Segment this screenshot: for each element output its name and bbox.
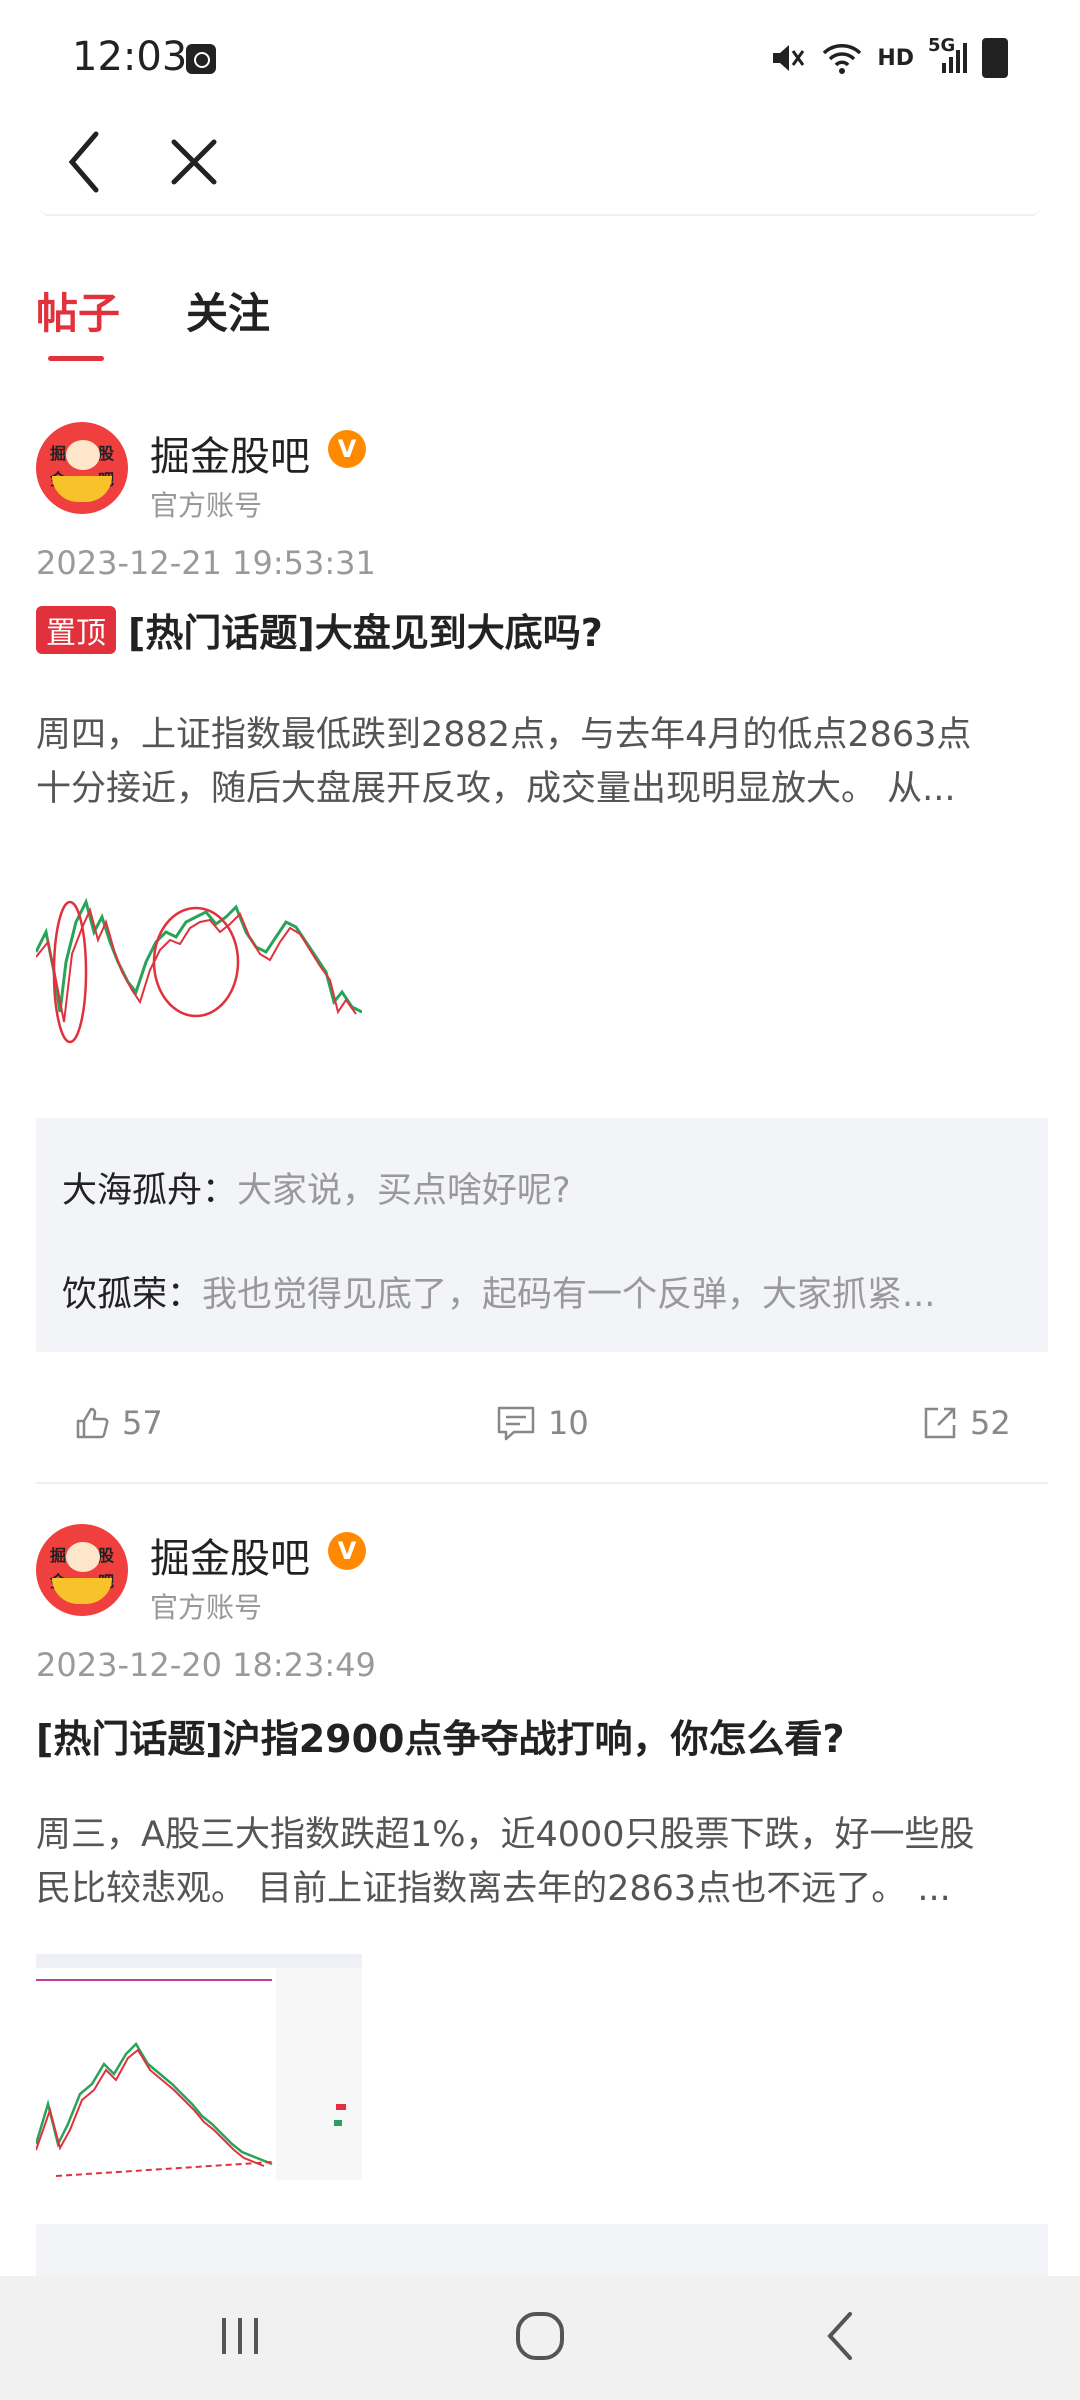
verified-badge-icon: V [328,1532,366,1570]
excerpt-line: 十分接近，随后大盘展开反攻，成交量出现明显放大。 从... [36,769,956,809]
mascot-face [66,1542,100,1572]
author-name[interactable]: 掘金股吧 [150,424,310,482]
mascot-pot [52,1578,112,1604]
comment-text: 大家说，买点啥好呢? [237,1171,571,1211]
avatar[interactable]: 掘 股 金 吧 [36,1524,128,1616]
post-title[interactable]: [热门话题]大盘见到大底吗? [128,611,603,655]
top-nav [0,110,1080,220]
post-card[interactable]: 掘 股 金 吧 掘金股吧 V 官方账号 2023-12-20 18:23:49 … [36,1524,1048,2284]
mute-icon [773,45,805,71]
post-excerpt[interactable]: 周三，A股三大指数跌超1%，近4000只股票下跌，好一些股 民比较悲观。 目前上… [36,1808,1048,1916]
hd-indicator: HD [877,45,914,71]
mascot-face [66,440,100,470]
avatar-text: 掘 [50,1546,67,1565]
like-count: 57 [122,1404,163,1442]
share-button[interactable]: 52 [922,1404,1011,1442]
post-title-row[interactable]: 置顶 [热门话题]大盘见到大底吗? [36,602,1048,657]
post-image[interactable] [36,1954,362,2180]
like-button[interactable]: 57 [74,1404,163,1442]
wifi-icon [823,44,862,74]
post-datetime: 2023-12-20 18:23:49 [36,1646,376,1684]
comment-button[interactable]: 10 [496,1404,589,1442]
status-bar: 12:03 HD 5G [0,0,1080,120]
back-nav-icon[interactable] [812,2306,872,2366]
author-name[interactable]: 掘金股吧 [150,1526,310,1584]
alarm-icon [186,44,216,74]
avatar[interactable]: 掘 股 金 吧 [36,422,128,514]
comment-preview[interactable] [36,2224,1048,2284]
system-nav-bar [0,2276,1080,2400]
comment-preview[interactable]: 大海孤舟：大家说，买点啥好呢? 饮孤荣：我也觉得见底了，起码有一个反弹，大家抓紧… [36,1118,1048,1352]
verified-badge-icon: V [328,430,366,468]
close-icon[interactable] [164,122,224,202]
avatar-text: 股 [98,1546,115,1565]
share-icon [924,1407,956,1439]
comment-icon [497,1406,535,1441]
status-icons: HD 5G [769,35,1008,78]
back-icon[interactable] [60,122,110,202]
stock-chart-thumbnail [36,862,362,1082]
post-card[interactable]: 掘 股 金 吧 掘金股吧 V 官方账号 2023-12-21 19:53:31 … [36,422,1048,1484]
thumbs-up-icon [76,1407,109,1439]
comment-user[interactable]: 饮孤荣： [62,1275,202,1315]
tab-underline [48,356,104,361]
comment-user[interactable]: 大海孤舟： [62,1171,237,1211]
mascot-pot [52,476,112,502]
home-icon[interactable] [510,2306,570,2366]
share-count: 52 [970,1404,1011,1442]
post-image[interactable] [36,862,362,1082]
comment-count: 10 [548,1404,589,1442]
header-divider [40,208,1040,216]
comment-item[interactable]: 饮孤荣：我也觉得见底了，起码有一个反弹，大家抓紧... [62,1266,935,1317]
post-datetime: 2023-12-21 19:53:31 [36,544,376,582]
post-actions: 57 10 52 [36,1404,1048,1464]
avatar-text: 股 [98,444,115,463]
excerpt-line: 周三，A股三大指数跌超1%，近4000只股票下跌，好一些股 [36,1815,975,1855]
recent-apps-icon[interactable] [210,2306,270,2366]
account-type: 官方账号 [150,489,263,522]
excerpt-line: 周四，上证指数最低跌到2882点，与去年4月的低点2863点 [36,715,972,755]
avatar-text: 掘 [50,444,67,463]
stock-chart-thumbnail [36,1954,362,2180]
comment-item[interactable]: 大海孤舟：大家说，买点啥好呢? [62,1162,571,1213]
status-time: 12:03 [72,34,188,80]
post-title[interactable]: [热门话题]沪指2900点争夺战打响，你怎么看? [36,1717,845,1761]
comment-text: 我也觉得见底了，起码有一个反弹，大家抓紧... [202,1275,936,1315]
post-excerpt[interactable]: 周四，上证指数最低跌到2882点，与去年4月的低点2863点 十分接近，随后大盘… [36,708,1048,816]
battery-icon [982,38,1008,78]
post-divider [36,1482,1048,1484]
tab-following[interactable]: 关注 [186,280,270,341]
excerpt-line: 民比较悲观。 目前上证指数离去年的2863点也不远了。 ... [36,1869,951,1909]
signal-icon: 5G [928,35,968,75]
tab-posts[interactable]: 帖子 [36,280,120,341]
post-title-row[interactable]: [热门话题]沪指2900点争夺战打响，你怎么看? [36,1708,1048,1763]
account-type: 官方账号 [150,1591,263,1624]
pinned-badge: 置顶 [36,605,116,654]
